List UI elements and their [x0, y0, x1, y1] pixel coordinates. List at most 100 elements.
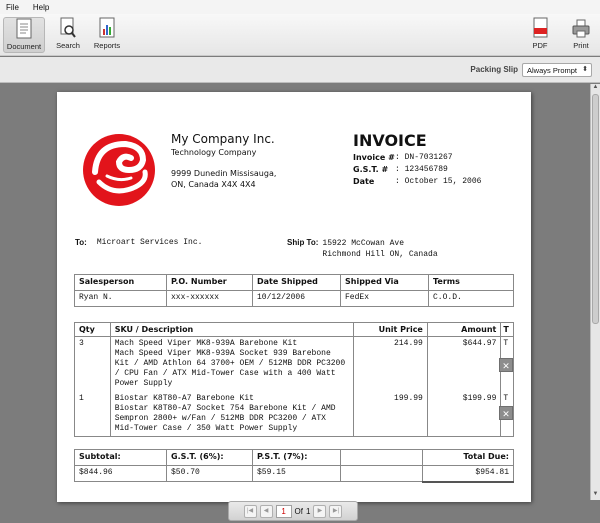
invoice-meta: Invoice #: DN-7031267 G.S.T. # : 12345678… [353, 152, 481, 188]
invoice-date-label: Date [353, 177, 375, 186]
invoice-number-label: Invoice # [353, 153, 395, 162]
pdf-button[interactable]: PDF [526, 17, 554, 53]
packing-slip-select[interactable]: Always Prompt ⬍ [522, 63, 592, 77]
pdf-icon [533, 17, 548, 38]
po-number-cell: xxx-xxxxxx [166, 290, 253, 307]
unit-price-cell: 214.99 [353, 336, 428, 392]
date-shipped-cell: 10/12/2006 [252, 290, 341, 307]
printer-icon [572, 19, 590, 38]
menu-help[interactable]: Help [33, 3, 49, 12]
search-label: Search [56, 41, 80, 50]
item-description: Biostar K8T80-A7 Socket 754 Barebone Kit… [114, 403, 336, 433]
col-date-shipped: Date Shipped [252, 274, 341, 291]
total-due-value: $954.81 [422, 465, 514, 483]
reports-icon [99, 17, 115, 38]
col-shipped-via: Shipped Via [340, 274, 429, 291]
print-label: Print [573, 41, 589, 50]
pst-label: P.S.T. (7%): [252, 449, 341, 466]
menu-bar: File Help [0, 0, 600, 14]
ship-to-line2: Richmond Hill ON, Canada [322, 250, 438, 259]
shipped-via-cell: FedEx [340, 290, 429, 307]
page-navigator: |◀ ◀ 1 Of 1 ▶ ▶| [228, 501, 358, 521]
col-terms: Terms [428, 274, 514, 291]
col-po-number: P.O. Number [166, 274, 253, 291]
totals-spacer [340, 465, 423, 482]
col-qty: Qty [74, 322, 111, 337]
vertical-scrollbar[interactable]: ▲ ▼ [590, 84, 600, 500]
next-page-icon[interactable]: ▶ [313, 504, 327, 518]
company-tagline: Technology Company [171, 148, 257, 157]
ship-to-address: 15922 McCowan Ave Richmond Hill ON, Cana… [322, 238, 437, 260]
company-address-line1: 9999 Dunedin Missisauga, [171, 169, 277, 178]
company-name: My Company Inc. [171, 132, 275, 146]
gst-value: $50.70 [166, 465, 253, 482]
item-title: Mach Speed Viper MK8-939A Barebone Kit [114, 339, 298, 348]
document-button[interactable]: Document [3, 17, 45, 53]
gst-number-label: G.S.T. # [353, 165, 389, 174]
total-due-label: Total Due: [422, 449, 514, 466]
col-tax: T [500, 322, 514, 337]
reports-label: Reports [93, 41, 121, 50]
col-salesperson: Salesperson [74, 274, 167, 291]
terms-cell: C.O.D. [428, 290, 514, 307]
page-total: 1 [306, 506, 311, 516]
packing-slip-label: Packing Slip [470, 65, 518, 74]
company-address-line2: ON, Canada X4X 4X4 [171, 180, 256, 189]
pst-value: $59.15 [252, 465, 341, 482]
ship-to: Ship To: 15922 McCowan Ave Richmond Hill… [287, 238, 438, 260]
document-icon [16, 18, 32, 39]
item-title: Biostar K8T80-A7 Barebone Kit [114, 393, 254, 403]
subtotal-value: $844.96 [74, 465, 167, 482]
last-page-icon[interactable]: ▶| [329, 504, 343, 518]
first-page-icon[interactable]: |◀ [243, 504, 257, 518]
prev-page-icon[interactable]: ◀ [259, 504, 273, 518]
search-icon [60, 17, 76, 38]
menu-file[interactable]: File [6, 3, 19, 12]
invoice-number: : DN-7031267 [395, 153, 453, 162]
totals-spacer [340, 449, 423, 466]
company-block: My Company Inc. Technology Company 9999 … [171, 132, 276, 190]
table-row: 1 Biostar K8T80-A7 Barebone Kit Biostar … [74, 391, 514, 437]
shipping-table: Salesperson P.O. Number Date Shipped Shi… [74, 274, 514, 307]
table-row: $844.96 $50.70 $59.15 $954.81 [74, 465, 514, 483]
invoice-title: INVOICE [353, 131, 427, 150]
scroll-down-icon[interactable]: ▼ [591, 491, 600, 500]
bill-to-label: To: [75, 238, 87, 247]
gst-label: G.S.T. (6%): [166, 449, 253, 466]
subtotal-label: Subtotal: [74, 449, 167, 466]
unit-price-cell: 199.99 [353, 391, 428, 437]
toolbar: Document Search Reports PDF Print [0, 14, 600, 56]
options-bar: Packing Slip Always Prompt ⬍ [0, 57, 600, 83]
qty-cell: 3 [74, 336, 111, 392]
item-description: Mach Speed Viper MK8-939A Socket 939 Bar… [114, 349, 346, 388]
scrollbar-thumb[interactable] [592, 94, 599, 324]
table-row: Ryan N. xxx-xxxxxx 10/12/2006 FedEx C.O.… [74, 290, 514, 307]
company-logo [83, 134, 155, 206]
current-page-input[interactable]: 1 [275, 504, 292, 518]
invoice-date: : October 15, 2006 [395, 177, 482, 186]
invoice-page: My Company Inc. Technology Company 9999 … [57, 92, 531, 502]
amount-cell: $199.99 [426, 391, 502, 437]
bill-to: To: Microart Services Inc. [75, 238, 202, 247]
gst-number: : 123456789 [395, 165, 448, 174]
salesperson-cell: Ryan N. [74, 290, 167, 307]
page-of-label: Of [294, 506, 303, 516]
company-address: 9999 Dunedin Missisauga, ON, Canada X4X … [171, 168, 276, 190]
description-cell: Mach Speed Viper MK8-939A Barebone Kit M… [109, 336, 355, 392]
delete-row-1-button[interactable]: ✕ [499, 358, 513, 372]
delete-row-2-button[interactable]: ✕ [499, 406, 513, 420]
table-row: 3 Mach Speed Viper MK8-939A Barebone Kit… [74, 336, 514, 392]
scroll-up-icon[interactable]: ▲ [591, 84, 600, 93]
qty-cell: 1 [74, 391, 111, 437]
amount-cell: $644.97 [426, 336, 502, 392]
ship-to-label: Ship To: [287, 238, 319, 247]
col-unit-price: Unit Price [353, 322, 428, 337]
line-items-table: Qty SKU / Description Unit Price Amount … [74, 322, 514, 437]
updown-arrow-icon: ⬍ [582, 66, 588, 73]
print-button[interactable]: Print [566, 17, 596, 53]
col-amount: Amount [426, 322, 502, 337]
bill-to-value: Microart Services Inc. [96, 238, 203, 247]
search-button[interactable]: Search [50, 17, 86, 53]
description-cell: Biostar K8T80-A7 Barebone Kit Biostar K8… [109, 391, 355, 437]
reports-button[interactable]: Reports [90, 17, 124, 53]
